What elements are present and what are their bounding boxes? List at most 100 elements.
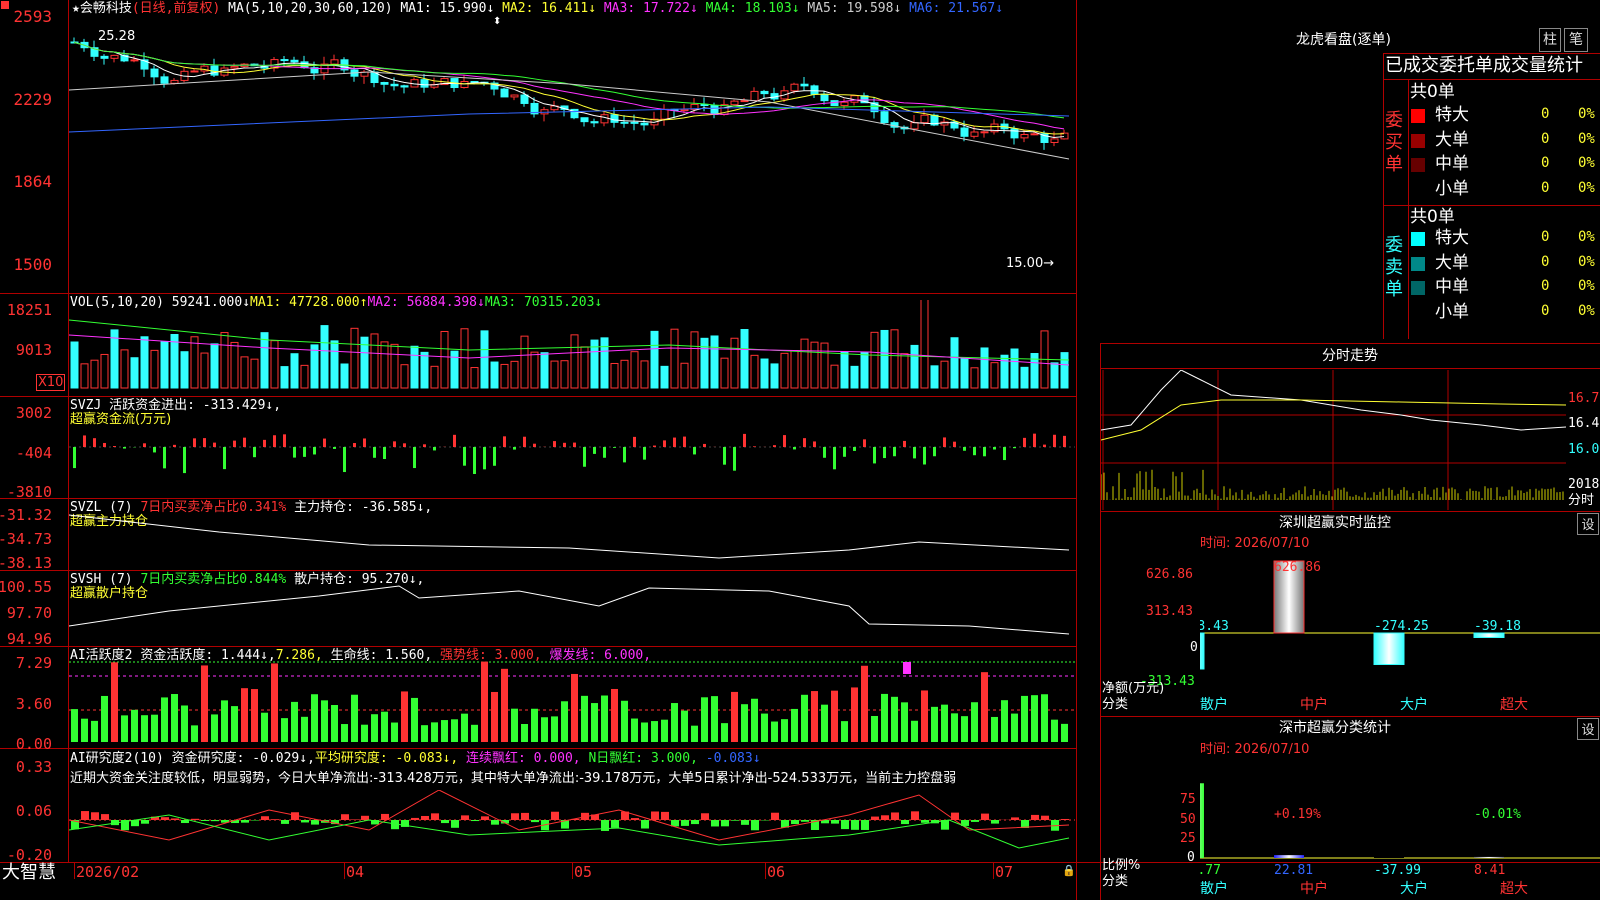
flow-bar <box>843 447 846 457</box>
candle-body <box>1020 134 1029 139</box>
flow-bar <box>593 447 596 454</box>
classify-value: -37.99 <box>1374 863 1421 878</box>
category-label: 中户 <box>1300 697 1328 713</box>
research-bar <box>431 813 439 820</box>
classify-bar <box>1274 855 1304 858</box>
tick-mode-button[interactable]: 笔 <box>1564 28 1588 52</box>
candle-body <box>500 88 509 98</box>
row-percent: 0% <box>1578 253 1595 270</box>
candle-body <box>230 66 239 69</box>
candle-body <box>980 131 989 134</box>
classify-axis: 分类 <box>1102 874 1129 889</box>
activity-bar <box>861 665 868 742</box>
volume-bar <box>820 342 829 389</box>
activity-bar <box>231 706 238 742</box>
activity-bar <box>71 709 78 742</box>
flow-bar <box>873 447 876 464</box>
activity-bar <box>811 691 818 742</box>
flow-bar <box>293 447 296 458</box>
activity-bar <box>221 700 228 742</box>
intraday-tick: 16.08 <box>1568 442 1600 457</box>
activity-bar <box>901 702 908 742</box>
row-count: 0 <box>1541 253 1550 270</box>
volume-bar <box>530 351 539 389</box>
candle-body <box>510 94 519 98</box>
flow-bar <box>943 437 946 447</box>
activity-bar <box>761 713 768 742</box>
monitor-bar-chart[interactable]: -313.43 626.86 -274.25 -39.18 <box>1200 560 1600 700</box>
research-bar <box>861 820 869 830</box>
flow-bar <box>1013 447 1016 449</box>
right-title: 龙虎看盘(逐单) <box>1296 32 1391 48</box>
candle-body <box>380 82 389 85</box>
flow-bar <box>203 438 206 447</box>
activity-bar <box>521 723 528 742</box>
candle-body <box>290 59 299 63</box>
flow-bar <box>653 445 656 447</box>
activity-chart[interactable] <box>69 656 1075 746</box>
volume-bar <box>390 343 399 389</box>
flow-bar <box>773 445 776 447</box>
classify-settings-button[interactable]: 设 <box>1577 718 1599 740</box>
research-bar <box>681 820 689 826</box>
category-label: 散户 <box>1200 881 1228 897</box>
flow-bar <box>883 447 886 459</box>
candle-body <box>680 108 689 112</box>
volume-bar <box>720 357 729 389</box>
candle-body <box>800 83 809 87</box>
row-color-swatch <box>1411 305 1425 320</box>
activity-bar <box>131 709 138 742</box>
volume-bar <box>580 346 589 389</box>
volume-bar <box>630 351 639 389</box>
flow-bar <box>453 434 456 447</box>
volume-bar <box>370 333 379 389</box>
activity-bar <box>911 720 918 742</box>
flow-bar <box>123 447 126 449</box>
volume-bar <box>860 351 869 389</box>
bar-mode-button[interactable]: 柱 <box>1539 28 1561 52</box>
vol-ytick: 18251 <box>6 301 52 319</box>
flow-bar <box>353 443 356 447</box>
volume-bar <box>400 364 409 389</box>
volume-bar <box>500 363 509 389</box>
volume-bar <box>170 333 179 389</box>
flow-bar <box>583 447 586 467</box>
classify-axis: 比例% <box>1102 858 1141 873</box>
lock-icon[interactable]: 🔒 <box>1062 863 1076 878</box>
row-name: 大单 <box>1435 129 1469 150</box>
monitor-settings-button[interactable]: 设 <box>1577 513 1599 535</box>
month-label: 06 <box>767 863 786 881</box>
volume-bar <box>90 359 99 389</box>
main-holding-chart[interactable] <box>69 510 1075 570</box>
candlestick-chart[interactable] <box>69 2 1075 292</box>
month-label: 04 <box>346 863 365 881</box>
main-ytick: 2229 <box>13 90 52 109</box>
candle-body <box>970 131 979 137</box>
intraday-title: 分时走势 <box>1322 348 1378 364</box>
volume-bar <box>710 335 719 389</box>
research-bar <box>851 820 859 830</box>
brand-label: 大智慧 <box>2 862 56 883</box>
volume-bar <box>120 349 129 389</box>
flow-bar <box>923 447 926 465</box>
activity-bar <box>201 665 208 742</box>
activity-bar <box>611 688 618 742</box>
research-chart[interactable] <box>69 790 1075 860</box>
row-name: 特大 <box>1435 228 1469 248</box>
row-percent: 0% <box>1578 130 1595 147</box>
row-count: 0 <box>1541 302 1550 319</box>
intraday-chart[interactable] <box>1101 370 1566 510</box>
category-label: 超大 <box>1500 881 1528 897</box>
volume-chart[interactable] <box>69 300 1075 395</box>
research-bar <box>271 819 279 820</box>
candle-body <box>460 81 469 89</box>
buy-side-label: 委买单 <box>1385 110 1403 175</box>
retail-holding-chart[interactable] <box>69 576 1075 646</box>
flow-bar <box>163 447 166 469</box>
activity-bar <box>651 721 658 742</box>
candle-body <box>610 114 619 123</box>
row-count: 0 <box>1541 278 1550 294</box>
classify-bar-chart[interactable]: 106.77 22.81 -37.99 8.41 +0.19% -0.01% <box>1200 770 1600 880</box>
classify-ytick: 25 <box>1180 831 1196 846</box>
fund-flow-chart[interactable] <box>69 405 1075 495</box>
